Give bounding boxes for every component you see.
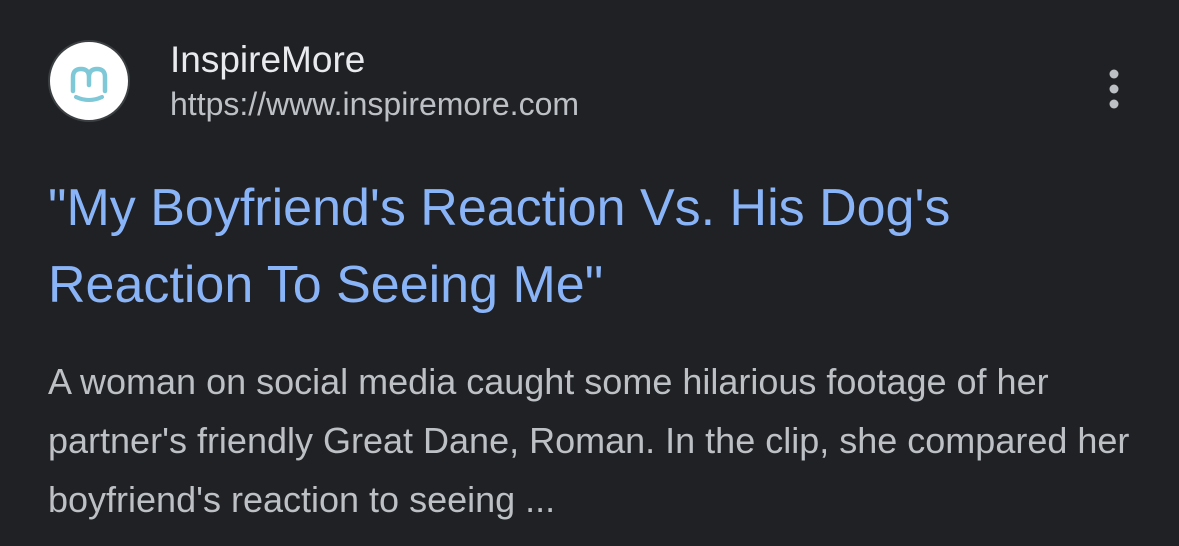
search-result-card: InspireMore https://www.inspiremore.com …: [0, 0, 1179, 546]
site-url: https://www.inspiremore.com: [170, 86, 580, 122]
vertical-dots-icon: [1109, 69, 1119, 109]
site-header[interactable]: InspireMore https://www.inspiremore.com: [48, 38, 579, 124]
site-name: InspireMore: [170, 39, 366, 80]
result-title-link[interactable]: "My Boyfriend's Reaction Vs. His Dog's R…: [48, 170, 1138, 324]
inspiremore-smile-logo-icon: [70, 66, 108, 102]
more-options-button[interactable]: [1094, 64, 1134, 114]
result-snippet: A woman on social media caught some hila…: [48, 361, 1130, 520]
site-info: InspireMore https://www.inspiremore.com: [170, 38, 579, 124]
site-favicon: [48, 40, 130, 122]
